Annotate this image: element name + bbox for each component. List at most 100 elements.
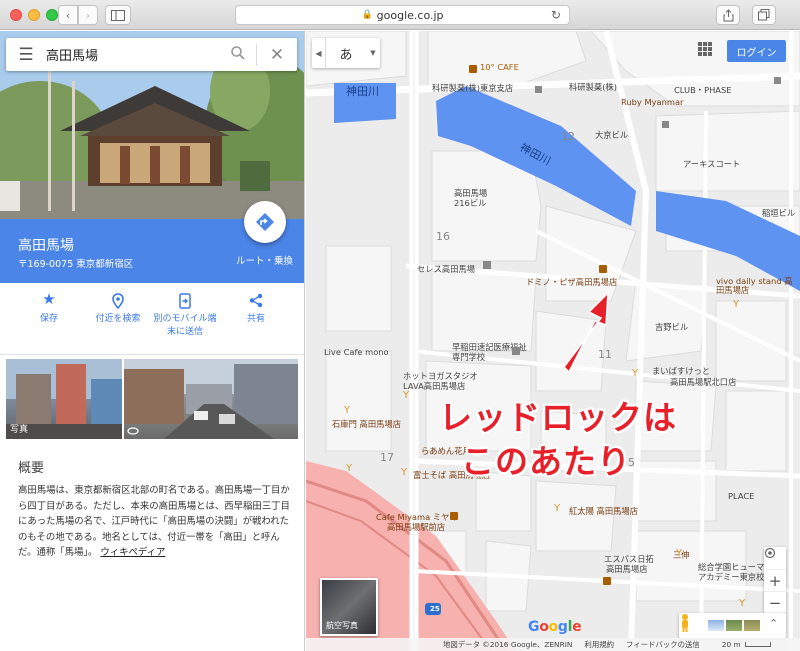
terms-link[interactable]: 利用規約: [584, 639, 614, 650]
send-to-device-icon: [150, 293, 220, 313]
place-address: 〒169-0075 東京都新宿区: [18, 259, 134, 270]
input-language-control[interactable]: ◀ あ ▼: [312, 38, 380, 68]
star-icon: ★: [42, 290, 56, 308]
send-to-device-label-2: 末に送信: [166, 327, 203, 337]
map-label-poi: LAVA高田馬場店: [403, 381, 466, 391]
map-layer-control: ⌃: [679, 613, 786, 638]
login-button[interactable]: ログイン: [727, 40, 786, 62]
directions-label[interactable]: ルート・乗換: [236, 253, 293, 267]
share-button[interactable]: 共有: [221, 293, 291, 326]
my-location-icon[interactable]: [764, 547, 786, 569]
map-block-number: 12: [561, 130, 575, 143]
wikipedia-link[interactable]: ウィキペディア: [100, 547, 165, 558]
forward-button[interactable]: ›: [78, 5, 98, 25]
imagery-thumbnail[interactable]: [726, 620, 742, 631]
imagery-thumbnail[interactable]: [744, 620, 760, 631]
photo-strip: 写真: [6, 359, 298, 439]
pegman-icon[interactable]: [679, 613, 691, 632]
collapse-panel-icon[interactable]: ◀: [312, 38, 326, 68]
lock-icon: 🔒: [361, 10, 373, 20]
browser-window: ‹ › 🔒 google.co.jp ↻ ☰ 高田馬場 ✕ 高田馬場 〒169-…: [0, 0, 800, 651]
street-view-thumbnail[interactable]: [124, 359, 298, 439]
search-nearby-label: 付近を検索: [95, 314, 141, 324]
map-label-cafe: 10° CAFE: [480, 62, 519, 72]
map-label-restaurant: 石庫門 高田馬場店: [332, 419, 402, 429]
save-label: 保存: [39, 314, 58, 324]
share-label: 共有: [246, 314, 265, 324]
street-view-image: [124, 359, 298, 439]
map-block-number: 11: [598, 348, 612, 361]
map-label-school: アカデミー東京校: [698, 572, 765, 582]
map-label-poi: 科研製薬(株): [569, 82, 617, 92]
map-canvas[interactable]: 神田川 神田川 10° CAFE 科研製薬(株)東京支店 科研製薬(株) Rub…: [306, 31, 800, 651]
map-label-poi: Live Cafe mono: [324, 347, 389, 357]
search-nearby-button[interactable]: 付近を検索: [83, 293, 153, 326]
map-label-store: 高田馬場駅北口店: [670, 377, 737, 387]
minimize-window-button[interactable]: [28, 9, 40, 21]
search-box[interactable]: ☰ 高田馬場 ✕: [6, 38, 297, 71]
close-icon[interactable]: ✕: [257, 45, 297, 65]
address-bar[interactable]: 🔒 google.co.jp ↻: [235, 5, 570, 25]
close-window-button[interactable]: [10, 9, 22, 21]
google-logo: Google: [528, 619, 582, 635]
map-label-store: 高田馬場店: [606, 564, 648, 574]
map-label-restaurant: 紅太陽 高田馬場店: [569, 506, 639, 516]
search-icon[interactable]: [220, 45, 256, 64]
zoom-control: + −: [764, 547, 786, 613]
aerial-view-toggle[interactable]: 航空写真: [320, 578, 378, 636]
zoom-out-button[interactable]: −: [764, 591, 786, 613]
scale-bar: [744, 642, 771, 647]
map-label-poi: 吉野ビル: [655, 322, 689, 332]
place-header: 高田馬場 〒169-0075 東京都新宿区 ルート・乗換: [0, 201, 304, 283]
location-pin-icon: [83, 293, 153, 313]
overview-heading: 概要: [18, 461, 45, 476]
zoom-in-button[interactable]: +: [764, 569, 786, 591]
aerial-view-label: 航空写真: [326, 621, 358, 630]
action-bar: ★ 保存 付近を検索 別のモバイル端 末に送信 共有: [0, 283, 304, 355]
map-label-poi: Ruby Myanmar: [621, 97, 684, 107]
send-to-device-button[interactable]: 別のモバイル端 末に送信: [150, 293, 220, 339]
overview-body: 高田馬場は、東京都新宿区北部の町名である。高田馬場一丁目から四丁目がある。ただし…: [18, 483, 294, 561]
map-label-cafe: 高田馬場駅前店: [387, 522, 446, 532]
sidebar-toggle-button[interactable]: [105, 5, 131, 25]
scale-label: 20 m: [721, 640, 741, 649]
map-label-school: 早稲田速記医療福祉専門学校: [452, 342, 527, 362]
map-label-poi: アーキスコート: [683, 159, 741, 169]
back-button[interactable]: ‹: [58, 5, 78, 25]
hamburger-menu-icon[interactable]: ☰: [6, 45, 46, 65]
tabs-icon: [758, 9, 770, 21]
save-button[interactable]: ★ 保存: [14, 290, 84, 326]
imagery-thumbnail[interactable]: [708, 620, 724, 631]
url-text: google.co.jp: [376, 8, 444, 22]
map-label-restaurant: 三伸: [673, 550, 690, 560]
chevron-left-icon: ‹: [65, 8, 71, 22]
map-label-poi: CLUB・PHASE: [674, 85, 732, 95]
chevron-down-icon: ▼: [370, 49, 376, 57]
search-input[interactable]: 高田馬場: [46, 45, 220, 64]
map-label-river: 神田川: [346, 85, 379, 98]
expand-icon[interactable]: ⌃: [769, 617, 778, 630]
map-footer: 地図データ ©2016 Google、ZENRIN 利用規約 フィードバックの送…: [306, 638, 800, 651]
apps-grid-icon[interactable]: [698, 42, 712, 56]
show-tabs-button[interactable]: [752, 5, 776, 25]
photo-thumbnail[interactable]: 写真: [6, 359, 122, 439]
annotation-line-1: レッドロックは: [439, 398, 677, 437]
reload-icon[interactable]: ↻: [551, 8, 561, 22]
directions-icon: [256, 213, 274, 231]
directions-button[interactable]: [244, 201, 286, 243]
share-page-button[interactable]: [716, 5, 740, 25]
place-title: 高田馬場: [18, 238, 74, 254]
feedback-link[interactable]: フィードバックの送信: [626, 639, 700, 650]
chevron-right-icon: ›: [85, 8, 91, 22]
map-label-bar: vivo daily stand 高田馬場店: [716, 276, 793, 295]
map-data-attribution: 地図データ ©2016 Google、ZENRIN: [443, 640, 573, 649]
map-label-poi: 高田馬場216ビル: [454, 188, 488, 208]
zoom-window-button[interactable]: [46, 9, 58, 21]
place-hero-image[interactable]: ☰ 高田馬場 ✕: [0, 31, 304, 219]
place-panel: ☰ 高田馬場 ✕ 高田馬場 〒169-0075 東京都新宿区 ルート・乗換 ★ …: [0, 31, 305, 651]
map-base: [306, 31, 800, 651]
language-label: あ: [339, 47, 353, 63]
map-label-poi: セレス高田馬場: [417, 264, 476, 274]
share-icon: [221, 293, 291, 313]
map-label-poi: 稲垣ビル: [762, 208, 796, 218]
